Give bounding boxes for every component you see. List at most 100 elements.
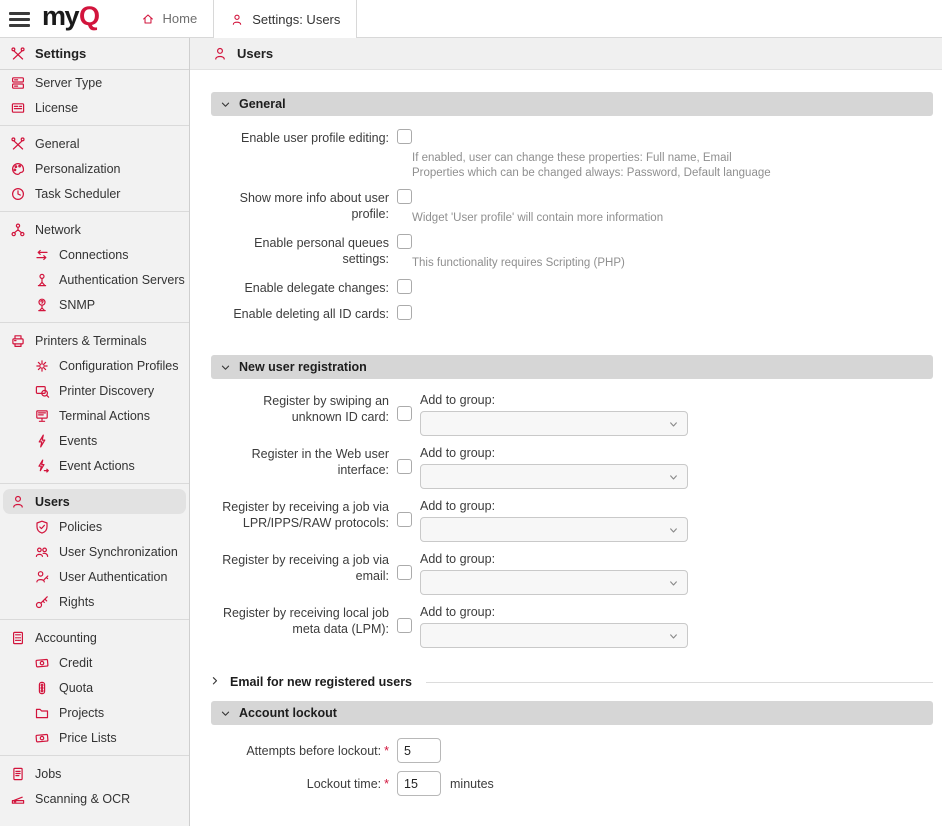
settings-row-lockout-time: Lockout time:* minutes (211, 771, 933, 796)
sidebar-divider (0, 125, 189, 126)
sidebar-item-connections[interactable]: Connections (0, 242, 189, 267)
logo-my: my (42, 3, 78, 30)
sidebar-item-scanning-ocr[interactable]: Scanning & OCR (0, 786, 189, 811)
sidebar-item-configuration-profiles[interactable]: Configuration Profiles (0, 353, 189, 378)
sidebar-divider (0, 755, 189, 756)
home-icon (141, 12, 155, 26)
help-text: If enabled, user can change these proper… (412, 151, 771, 181)
chevron-down-icon (667, 418, 680, 431)
network-icon (10, 222, 26, 238)
chevron-down-icon (667, 524, 680, 537)
sidebar-divider (0, 322, 189, 323)
sidebar-item-license[interactable]: License (0, 95, 189, 120)
lockout-time-input[interactable] (397, 771, 441, 796)
sidebar-item-user-synchronization[interactable]: User Synchronization (0, 539, 189, 564)
checkbox-register-by-receiving-local-job-meta-data-lpm[interactable] (397, 618, 412, 633)
sidebar-item-personalization[interactable]: Personalization (0, 156, 189, 181)
people-icon (34, 544, 50, 560)
sidebar-item-authentication-servers[interactable]: Authentication Servers (0, 267, 189, 292)
required-asterisk: * (384, 744, 389, 758)
sidebar-item-projects[interactable]: Projects (0, 700, 189, 725)
money-icon (34, 655, 50, 671)
server-icon (10, 75, 26, 91)
checkbox-register-by-swiping-an-unknown-id-card[interactable] (397, 406, 412, 421)
sidebar-item-task-scheduler[interactable]: Task Scheduler (0, 181, 189, 206)
sidebar-item-quota[interactable]: Quota (0, 675, 189, 700)
section-header-general[interactable]: General (211, 92, 933, 116)
sidebar-item-network[interactable]: Network (0, 217, 189, 242)
section-header-account-lockout[interactable]: Account lockout (211, 701, 933, 725)
attempts-before-lockout-input[interactable] (397, 738, 441, 763)
section-body-account-lockout: Attempts before lockout:* Lockout time:*… (211, 725, 933, 816)
hamburger-menu-icon[interactable] (9, 12, 30, 27)
divider (426, 682, 933, 683)
sidebar-item-user-authentication[interactable]: User Authentication (0, 564, 189, 589)
checkbox-enable-user-profile-editing[interactable] (397, 129, 412, 144)
settings-row-register-by-receiving-a-job-via-email: Register by receiving a job via email: A… (211, 551, 933, 595)
checkbox-register-by-receiving-a-job-via-email[interactable] (397, 565, 412, 580)
sidebar-item-price-lists[interactable]: Price Lists (0, 725, 189, 750)
tools-icon (10, 136, 26, 152)
settings-row-attempts-before-lockout: Attempts before lockout:* (211, 738, 933, 763)
sidebar-item-terminal-actions[interactable]: Terminal Actions (0, 403, 189, 428)
sidebar-nav: Server TypeLicense GeneralPersonalization… (0, 70, 189, 811)
person-icon (10, 494, 26, 510)
traffic-light-icon (34, 680, 50, 696)
sidebar-item-rights[interactable]: Rights (0, 589, 189, 614)
calculator-icon (10, 630, 26, 646)
add-to-group-select[interactable] (420, 464, 688, 489)
shield-check-icon (34, 519, 50, 535)
settings-row-enable-personal-queues-settings: Enable personal queues settings: This fu… (211, 234, 933, 271)
main-panel: Users General Enable user profile editin… (190, 38, 942, 826)
chevron-down-icon (667, 577, 680, 590)
checkbox-enable-deleting-all-id-cards[interactable] (397, 305, 412, 320)
folder-icon (34, 705, 50, 721)
chevron-down-icon (667, 630, 680, 643)
checkbox-register-by-receiving-a-job-via-lpr-ipps-raw-protocols[interactable] (397, 512, 412, 527)
person-key-icon (34, 569, 50, 585)
checkbox-show-more-info-about-user-profile[interactable] (397, 189, 412, 204)
tab-settings-users[interactable]: Settings: Users (213, 0, 357, 39)
sidebar-divider (0, 211, 189, 212)
sidebar-item-event-actions[interactable]: Event Actions (0, 453, 189, 478)
tab-strip: HomeSettings: Users (125, 0, 358, 37)
lightning-icon (34, 433, 50, 449)
sidebar-item-policies[interactable]: Policies (0, 514, 189, 539)
settings-row-register-by-receiving-local-job-meta-data-lpm: Register by receiving local job meta dat… (211, 604, 933, 648)
sidebar-item-accounting[interactable]: Accounting (0, 625, 189, 650)
add-to-group-select[interactable] (420, 517, 688, 542)
sidebar-divider (0, 619, 189, 620)
sidebar-item-events[interactable]: Events (0, 428, 189, 453)
clock-icon (10, 186, 26, 202)
chevron-down-icon (667, 471, 680, 484)
terminal-icon (34, 408, 50, 424)
sidebar-item-printer-discovery[interactable]: Printer Discovery (0, 378, 189, 403)
settings-row-register-by-receiving-a-job-via-lpr-ipps-raw-protocols: Register by receiving a job via LPR/IPPS… (211, 498, 933, 542)
sidebar-item-credit[interactable]: Credit (0, 650, 189, 675)
section-body-new-user-registration: Register by swiping an unknown ID card: … (211, 379, 933, 669)
sidebar-item-server-type[interactable]: Server Type (0, 70, 189, 95)
printer-search-icon (34, 383, 50, 399)
section-header-new-user-registration[interactable]: New user registration (211, 355, 933, 379)
checkbox-enable-delegate-changes[interactable] (397, 279, 412, 294)
tools-icon (10, 46, 26, 62)
sidebar-item-printers-terminals[interactable]: Printers & Terminals (0, 328, 189, 353)
settings-sidebar: Settings Server TypeLicenseGeneralPerson… (0, 38, 190, 826)
section-body-general: Enable user profile editing: If enabled,… (211, 116, 933, 343)
myq-logo: my Q (42, 0, 99, 37)
checkbox-enable-personal-queues-settings[interactable] (397, 234, 412, 249)
checkbox-register-in-the-web-user-interface[interactable] (397, 459, 412, 474)
sidebar-item-jobs[interactable]: Jobs (0, 761, 189, 786)
person-icon (230, 13, 244, 27)
sidebar-item-users[interactable]: Users (3, 489, 186, 514)
sidebar-item-general[interactable]: General (0, 131, 189, 156)
tab-home[interactable]: Home (125, 0, 214, 37)
printer-icon (10, 333, 26, 349)
add-to-group-select[interactable] (420, 411, 688, 436)
add-to-group-select[interactable] (420, 623, 688, 648)
add-to-group-select[interactable] (420, 570, 688, 595)
subsection-email-for-new-registered-users[interactable]: Email for new registered users (211, 675, 933, 689)
settings-row-register-by-swiping-an-unknown-id-card: Register by swiping an unknown ID card: … (211, 392, 933, 436)
license-icon (10, 100, 26, 116)
sidebar-item-snmp[interactable]: SNMP (0, 292, 189, 317)
